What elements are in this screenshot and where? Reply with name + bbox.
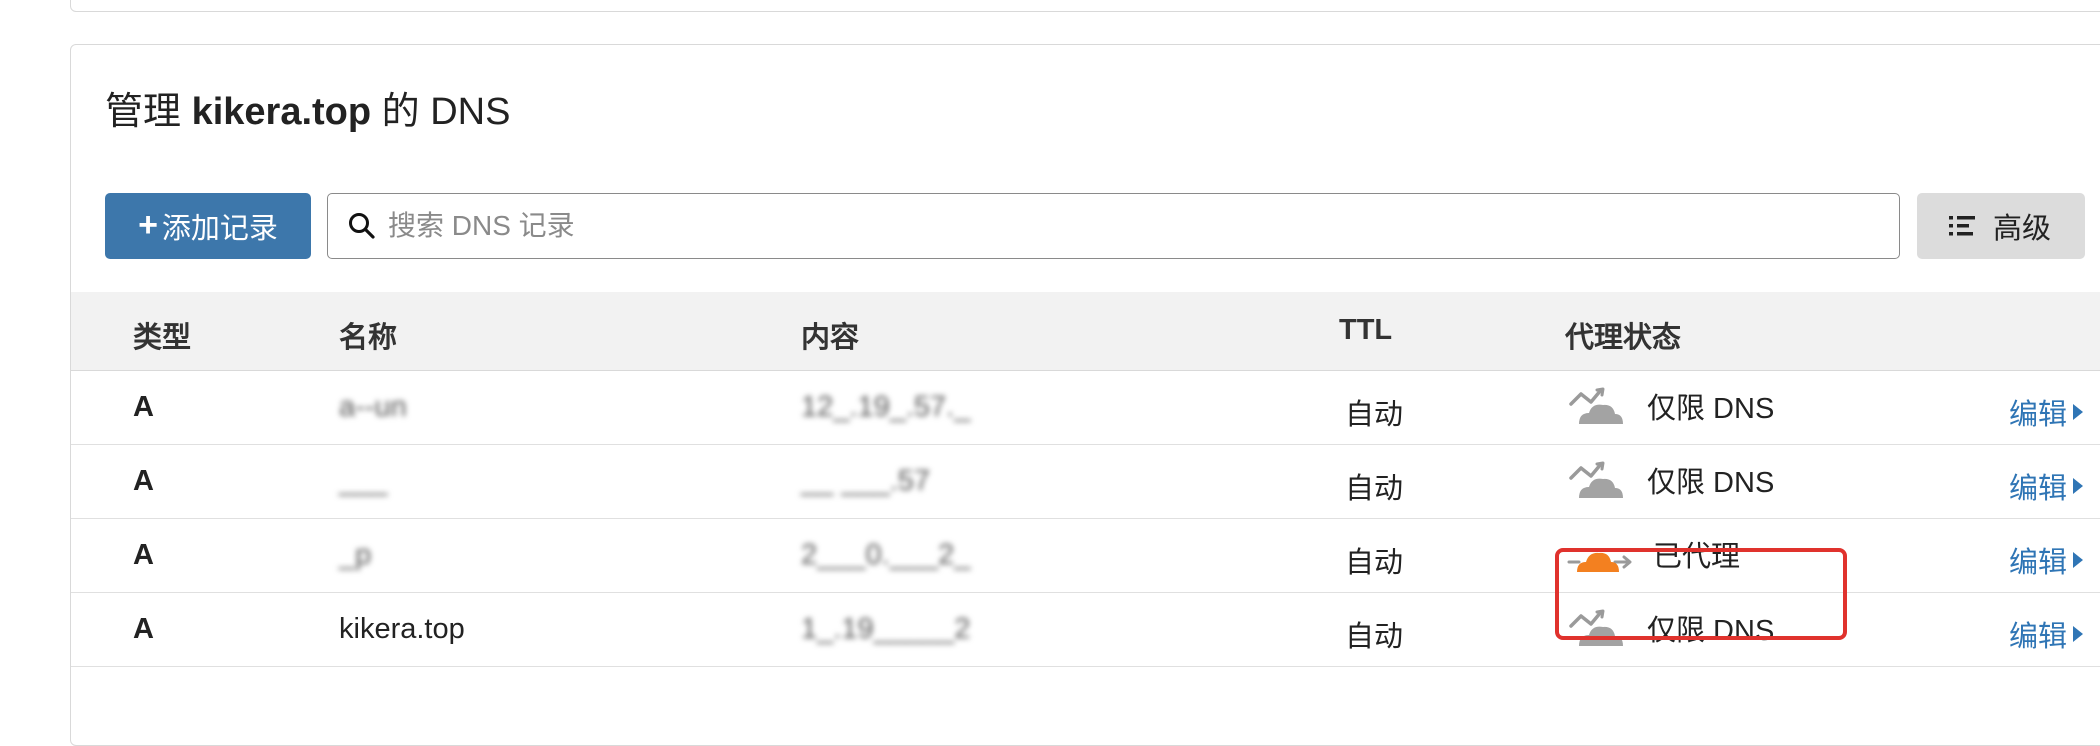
previous-card: [70, 0, 2100, 12]
edit-link[interactable]: 编辑: [2009, 539, 2084, 581]
proxy-status: 仅限 DNS: [1567, 459, 1774, 501]
record-content: 12_.19_.57._: [801, 391, 971, 423]
proxied-cloud-icon: [1567, 552, 1632, 572]
add-record-button[interactable]: + 添加记录: [105, 193, 311, 259]
record-ttl: 自动: [1345, 399, 1404, 431]
proxy-status: 仅限 DNS: [1567, 607, 1774, 649]
proxy-status: 已代理: [1567, 533, 1740, 575]
header-content[interactable]: 内容: [801, 314, 859, 356]
proxy-status-label: 仅限 DNS: [1647, 467, 1775, 499]
record-type: A: [133, 391, 154, 423]
record-name: ___: [339, 465, 388, 497]
header-ttl[interactable]: TTL: [1339, 314, 1392, 347]
header-type[interactable]: 类型: [133, 314, 191, 356]
record-type: A: [133, 465, 154, 497]
search-box[interactable]: [327, 193, 1900, 259]
record-name: a--un: [339, 391, 407, 423]
advanced-button[interactable]: 高级: [1917, 193, 2085, 259]
edit-link[interactable]: 编辑: [2009, 465, 2084, 507]
proxy-status-label: 仅限 DNS: [1647, 615, 1775, 647]
dns-management-card: 管理 kikera.top 的 DNS + 添加记录 高级 类型 名称 内容 T…: [70, 44, 2100, 746]
table-row[interactable]: A a--un 12_.19_.57._ 自动 仅限 DNS 编辑: [71, 371, 2100, 445]
search-icon: [349, 213, 375, 239]
add-record-label: 添加记录: [161, 213, 278, 245]
edit-label: 编辑: [2009, 399, 2068, 431]
search-input[interactable]: [386, 209, 1840, 243]
page-title: 管理 kikera.top 的 DNS: [105, 80, 510, 135]
record-content: __ ___.57: [801, 465, 931, 497]
caret-right-icon: [2073, 552, 2084, 568]
caret-right-icon: [2073, 404, 2084, 420]
table-row[interactable]: A ___ __ ___.57 自动 仅限 DNS 编辑: [71, 445, 2100, 519]
dns-only-cloud-icon: [1569, 461, 1623, 498]
record-type: A: [133, 613, 154, 645]
record-ttl: 自动: [1345, 473, 1404, 505]
dns-only-cloud-icon: [1569, 609, 1623, 646]
table-row[interactable]: A kikera.top 1_.19_____2 自动 仅限 DNS 编辑: [71, 593, 2100, 667]
title-suffix: 的 DNS: [381, 91, 511, 133]
proxy-status-label: 已代理: [1653, 541, 1741, 573]
title-prefix: 管理: [105, 91, 182, 133]
proxy-status: 仅限 DNS: [1567, 385, 1774, 427]
dns-only-cloud-icon: [1569, 387, 1623, 424]
record-ttl: 自动: [1345, 547, 1404, 579]
caret-right-icon: [2073, 478, 2084, 494]
record-name: _p: [339, 539, 372, 571]
edit-link[interactable]: 编辑: [2009, 613, 2084, 655]
header-proxy-status[interactable]: 代理状态: [1565, 314, 1681, 356]
table-header: 类型 名称 内容 TTL 代理状态: [71, 292, 2100, 371]
advanced-label: 高级: [1993, 213, 2052, 245]
caret-right-icon: [2073, 626, 2084, 642]
edit-label: 编辑: [2009, 547, 2068, 579]
record-content: 2___0.___2_: [801, 539, 971, 571]
table-row[interactable]: A _p 2___0.___2_ 自动 已代理 编辑: [71, 519, 2100, 593]
header-name[interactable]: 名称: [339, 314, 397, 356]
edit-label: 编辑: [2009, 621, 2068, 653]
edit-link[interactable]: 编辑: [2009, 391, 2084, 433]
record-content: 1_.19_____2: [801, 613, 971, 645]
list-filter-icon: [1949, 216, 1975, 236]
title-domain: kikera.top: [191, 91, 372, 133]
record-name: kikera.top: [339, 613, 465, 645]
record-ttl: 自动: [1345, 621, 1404, 653]
record-type: A: [133, 539, 154, 571]
edit-label: 编辑: [2009, 473, 2068, 505]
plus-icon: +: [138, 205, 158, 244]
proxy-status-label: 仅限 DNS: [1647, 393, 1775, 425]
